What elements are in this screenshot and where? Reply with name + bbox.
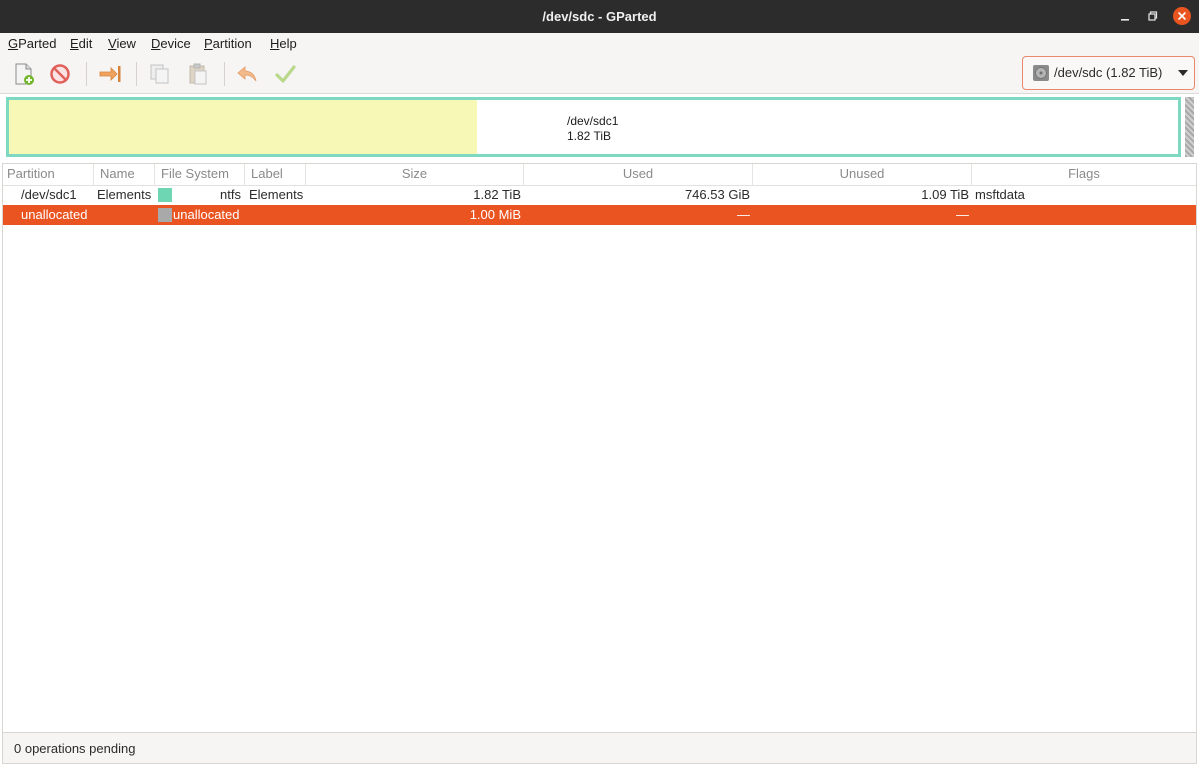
table-header: Partition Name File System Label Size Us… — [3, 164, 1196, 186]
window-title: /dev/sdc - GParted — [542, 9, 657, 24]
cell-unused: 1.09 TiB — [921, 187, 969, 202]
close-icon[interactable] — [1173, 7, 1191, 25]
unallocated-map-block[interactable] — [1185, 97, 1194, 157]
status-bar: 0 operations pending — [2, 732, 1197, 764]
device-selector-label: /dev/sdc (1.82 TiB) — [1054, 65, 1163, 80]
partition-table: Partition Name File System Label Size Us… — [2, 163, 1197, 732]
menu-gparted[interactable]: GParted — [8, 33, 56, 55]
cell-label: Elements — [249, 187, 304, 202]
title-bar: /dev/sdc - GParted — [0, 0, 1199, 33]
menu-edit[interactable]: Edit — [70, 33, 92, 55]
toolbar-separator — [224, 62, 225, 86]
toolbar — [0, 55, 1199, 94]
toolbar-separator — [136, 62, 137, 86]
cell-filesystem: unallocated — [173, 207, 240, 222]
hard-disk-icon — [1033, 65, 1049, 81]
filesystem-color-swatch — [158, 208, 172, 222]
table-row[interactable]: unallocated unallocated 1.00 MiB — — — [3, 205, 1196, 225]
device-selector[interactable]: /dev/sdc (1.82 TiB) — [1022, 56, 1195, 90]
column-header-name[interactable]: Name — [94, 164, 155, 185]
toolbar-separator — [86, 62, 87, 86]
checkmark-icon[interactable] — [273, 62, 297, 86]
used-space-bar — [9, 100, 477, 154]
minimize-icon[interactable] — [1117, 8, 1133, 24]
cell-unused: — — [956, 207, 969, 222]
column-header-flags[interactable]: Flags — [972, 164, 1196, 185]
new-partition-icon[interactable] — [12, 62, 36, 86]
cell-flags: msftdata — [975, 187, 1025, 202]
column-header-file-system[interactable]: File System — [155, 164, 245, 185]
column-header-partition[interactable]: Partition — [3, 164, 94, 185]
menu-bar: GParted Edit View Device Partition Help — [0, 33, 1199, 55]
cell-used: — — [737, 207, 750, 222]
menu-partition[interactable]: Partition — [204, 33, 252, 55]
paste-icon[interactable] — [186, 62, 210, 86]
column-header-size[interactable]: Size — [306, 164, 524, 185]
cell-used: 746.53 GiB — [684, 187, 750, 202]
resize-move-icon[interactable] — [98, 62, 122, 86]
cell-filesystem: ntfs — [220, 187, 241, 202]
cell-name: Elements — [97, 187, 152, 202]
column-header-label[interactable]: Label — [245, 164, 306, 185]
table-row[interactable]: /dev/sdc1 Elements ntfs Elements 1.82 Ti… — [3, 185, 1196, 205]
partition-map-name: /dev/sdc1 — [567, 114, 619, 128]
column-header-unused[interactable]: Unused — [753, 164, 972, 185]
restore-icon[interactable] — [1145, 8, 1161, 24]
partition-map-size: 1.82 TiB — [567, 129, 612, 143]
chevron-down-icon — [1178, 70, 1188, 76]
menu-help[interactable]: Help — [270, 33, 297, 55]
partition-map-label: /dev/sdc1 1.82 TiB — [567, 114, 618, 144]
prohibit-icon[interactable] — [48, 62, 72, 86]
filesystem-color-swatch — [158, 188, 172, 202]
cell-size: 1.82 TiB — [473, 187, 521, 202]
copy-icon[interactable] — [148, 62, 172, 86]
cell-partition: /dev/sdc1 — [21, 187, 77, 202]
menu-view[interactable]: View — [108, 33, 136, 55]
cell-partition: unallocated — [21, 207, 88, 222]
menu-device[interactable]: Device — [151, 33, 191, 55]
partition-map[interactable]: /dev/sdc1 1.82 TiB — [6, 97, 1181, 157]
undo-arrow-icon[interactable] — [235, 62, 259, 86]
cell-size: 1.00 MiB — [469, 207, 521, 222]
status-text: 0 operations pending — [14, 741, 136, 756]
column-header-used[interactable]: Used — [524, 164, 753, 185]
